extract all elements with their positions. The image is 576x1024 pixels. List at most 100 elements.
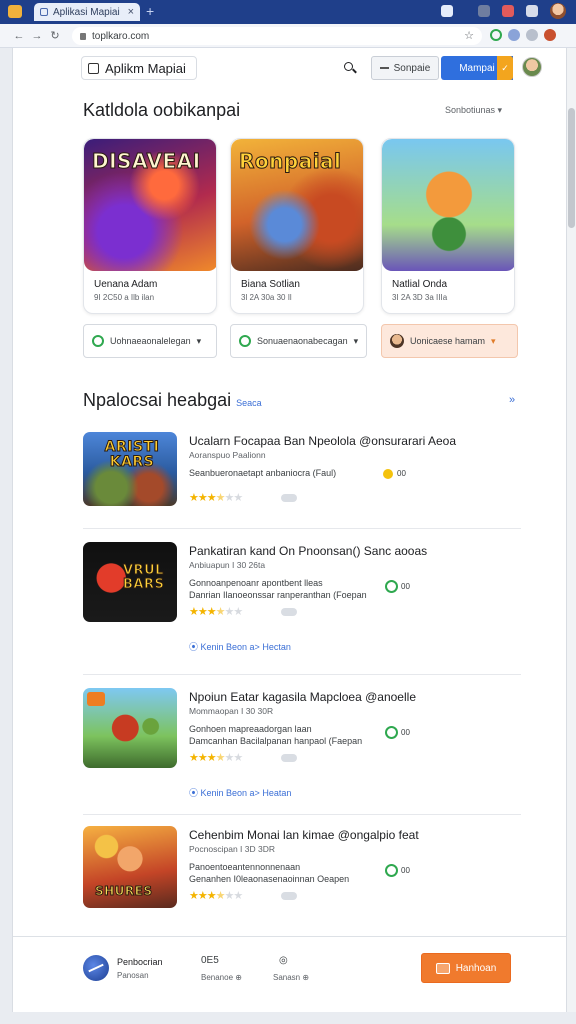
extension-icon[interactable] (508, 29, 520, 41)
page-scrollbar[interactable] (567, 48, 576, 1012)
item-title[interactable]: Pankatiran kand On Pnoonsan() Sanc aooas (189, 544, 427, 558)
filter-chip[interactable]: Sonuaenaonabecagan ▾ (230, 324, 367, 358)
filter-chip[interactable]: Uohnaeaonalelegan ▾ (83, 324, 217, 358)
list-item[interactable]: VRUL BARS Pankatiran kand On Pnoonsan() … (83, 542, 521, 662)
app-header: Aplikm Mapiai Sonpaie Mampai ✓ (81, 56, 542, 82)
page-content: Aplikm Mapiai Sonpaie Mampai ✓ Katldola … (12, 48, 567, 1012)
footer-stat-icon: 0E5 (201, 955, 219, 966)
browser-tab[interactable]: Aplikasi Mapiai × (34, 3, 140, 21)
card-meta: 3I 2A 3D 3a IIIa (392, 293, 448, 302)
new-tab-button[interactable]: + (146, 3, 154, 19)
scrollbar-thumb[interactable] (568, 108, 575, 228)
extension-icon[interactable] (441, 5, 453, 17)
extension-icon[interactable] (478, 5, 490, 17)
extension-icon[interactable] (544, 29, 556, 41)
tab-close-icon[interactable]: × (128, 6, 134, 18)
footer-link[interactable]: Sanasn ⊕ (273, 973, 309, 982)
home-icon (88, 62, 99, 74)
extension-icon[interactable] (526, 29, 538, 41)
tab-favicon-icon (40, 8, 48, 16)
reload-icon[interactable]: ↻ (46, 29, 64, 42)
item-subtitle: Mommaopan I 30 30R (189, 706, 274, 716)
item-links-text[interactable]: Kenin Beon a> Hectan (201, 642, 291, 652)
avatar[interactable] (522, 57, 542, 77)
url-text: toplkaro.com (92, 30, 150, 42)
extension-icon[interactable] (502, 5, 514, 17)
star-rating: ★★★★★★ (189, 605, 243, 618)
filter-chip-label: Uohnaeaonalelegan (110, 336, 191, 346)
list-item[interactable]: Npoiun Eatar kagasila Mapcloea @anoelle … (83, 688, 521, 808)
popular-section-title: Npalocsai heabgai Seaca (83, 390, 262, 411)
rating-chip (281, 608, 297, 616)
browser-profile-avatar[interactable] (550, 3, 566, 19)
list-item[interactable]: ARISTI KARS Ucalarn Focapaa Ban Npeolola… (83, 432, 521, 528)
search-icon[interactable] (343, 61, 357, 75)
link-icon: ⦿ (189, 788, 201, 798)
rating-chip (281, 892, 297, 900)
footer-brand-name: Penbocrian (117, 957, 163, 967)
forward-icon[interactable]: → (28, 30, 46, 42)
footer-brand-sub: Panosan (117, 971, 149, 980)
game-icon-image (83, 688, 177, 768)
item-description-2: Danrian Ilanoeonssar ranperanthan (Foepa… (189, 590, 367, 600)
star-rating: ★★★★★★ (189, 751, 243, 764)
avatar (390, 334, 404, 348)
chevron-down-icon: ▾ (196, 335, 202, 346)
card-title: Uenana Adam (94, 279, 158, 290)
footer: Penbocrian Panosan 0E5 Benanoe ⊕ ◎ Sanas… (13, 936, 566, 1012)
bookmark-star-icon[interactable]: ☆ (464, 29, 474, 42)
divider (83, 528, 521, 529)
game-icon-image: SHURES (83, 826, 177, 908)
item-links[interactable]: ⦿ Kenin Beon a> Hectan (189, 640, 291, 653)
sort-dropdown[interactable]: Sonbotiunas ▾ (445, 105, 502, 116)
footer-link[interactable]: Benanoe ⊕ (201, 973, 242, 982)
popular-subtitle[interactable]: Seaca (236, 398, 262, 408)
verified-icon (385, 864, 398, 877)
browser-app-icon[interactable] (8, 5, 22, 18)
menu-icon (379, 67, 389, 69)
item-title[interactable]: Cehenbim Monai lan kimae @ongalpio feat (189, 828, 419, 842)
featured-card[interactable]: Ronpaial Biana Sotlian 3l 2A 30a 30 Il (230, 138, 364, 314)
rating-chip (281, 754, 297, 762)
address-bar[interactable]: toplkaro.com ☆ (72, 27, 482, 45)
game-icon-image: VRUL BARS (83, 542, 177, 622)
secondary-button[interactable]: Sonpaie (371, 56, 439, 80)
item-subtitle: Aoranspuo Paalionn (189, 450, 266, 460)
primary-button-label: Mampai (459, 62, 495, 74)
item-title[interactable]: Npoiun Eatar kagasila Mapcloea @anoelle (189, 690, 416, 704)
item-description-2: Genanhen I0leaonasenaoinnan Oeapen (189, 874, 350, 884)
check-circle-icon (239, 335, 251, 347)
item-links-text[interactable]: Kenin Beon a> Heatan (201, 788, 292, 798)
see-more-icon[interactable]: » (509, 394, 515, 406)
app-title[interactable]: Aplikm Mapiai (81, 56, 197, 80)
footer-cta-button[interactable]: Hanhoan (421, 953, 511, 983)
back-icon[interactable]: ← (10, 30, 28, 42)
featured-card[interactable]: DISAVEAI Uenana Adam 9I 2C50 a Ilb ilan (83, 138, 217, 314)
chevron-down-icon: ▾ (491, 335, 496, 346)
filter-chip[interactable]: Uonicaese hamam ▾ (381, 324, 518, 358)
download-icon (435, 962, 450, 974)
icon-logo: ARISTI KARS (104, 439, 160, 470)
featured-card[interactable]: Natlial Onda 3I 2A 3D 3a IIIa (381, 138, 515, 314)
browser-toolbar: ← → ↻ toplkaro.com ☆ (0, 24, 576, 48)
item-description: Gonhoen mapreaadorgan laan (189, 724, 312, 734)
brand-logo-icon[interactable] (83, 955, 109, 981)
link-icon: ⦿ (189, 642, 201, 652)
item-title[interactable]: Ucalarn Focapaa Ban Npeolola @onsurarari… (189, 434, 456, 448)
popular-title-text: Npalocsai heabgai (83, 390, 232, 410)
badge-count: 00 (401, 728, 410, 737)
extension-icon[interactable] (490, 29, 502, 41)
extension-icon[interactable] (526, 5, 538, 17)
verified-icon (385, 726, 398, 739)
primary-dropdown-chevron-icon[interactable]: ✓ (497, 56, 513, 80)
filter-chip-label: Uonicaese hamam (410, 336, 486, 346)
item-subtitle: Anbiuapun I 30 26ta (189, 560, 266, 570)
item-subtitle: Pocnoscipan I 3D 3DR (189, 844, 275, 854)
card-title: Natlial Onda (392, 279, 448, 290)
lock-icon (80, 32, 86, 40)
item-links[interactable]: ⦿ Kenin Beon a> Heatan (189, 786, 291, 799)
featured-section-title: Katldola oobikanpai (83, 100, 241, 120)
card-meta: 9I 2C50 a Ilb ilan (94, 293, 155, 302)
list-item[interactable]: SHURES Cehenbim Monai lan kimae @ongalpi… (83, 826, 521, 926)
game-art-image: DISAVEAI (84, 139, 216, 271)
